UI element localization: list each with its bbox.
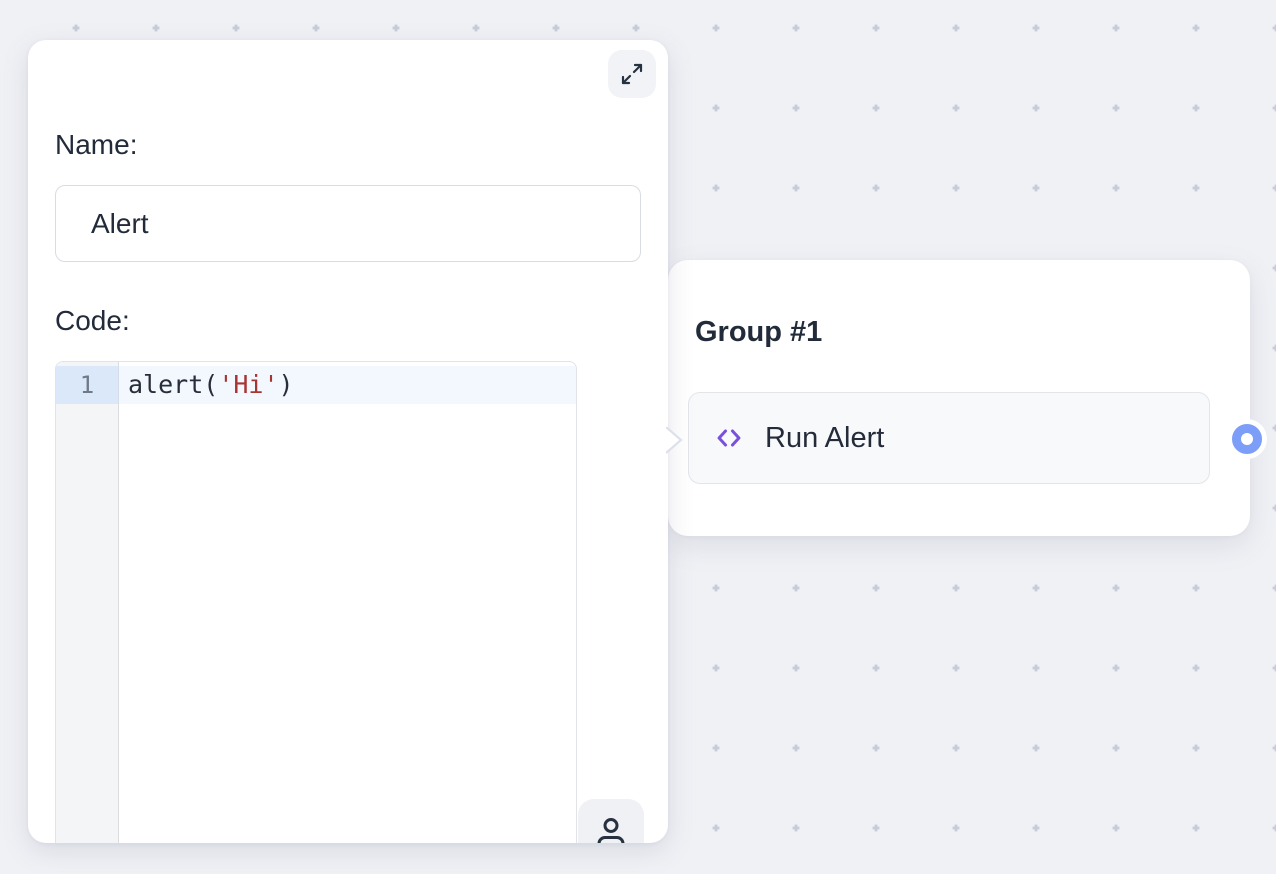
group-card[interactable]: Group #1 Run Alert [668, 260, 1250, 536]
expand-icon [620, 62, 644, 86]
line-number: 1 [56, 366, 119, 404]
code-editor[interactable]: 1 alert('Hi') [55, 361, 577, 843]
user-icon [593, 815, 629, 843]
code-token-plain: alert( [128, 370, 218, 399]
expand-button[interactable] [608, 50, 656, 98]
user-button[interactable] [578, 799, 644, 843]
node-label: Run Alert [765, 422, 884, 455]
panel-pointer-arrow [666, 427, 686, 455]
code-line[interactable]: 1 alert('Hi') [56, 366, 576, 404]
code-text[interactable]: alert('Hi') [119, 366, 576, 404]
code-icon [713, 424, 745, 452]
editor-gutter [56, 362, 119, 843]
code-token-string: 'Hi' [218, 370, 278, 399]
node-editor-panel: Name: Code: 1 alert('Hi') [28, 40, 668, 843]
name-label: Name: [55, 129, 137, 161]
code-label: Code: [55, 305, 130, 337]
group-title: Group #1 [695, 316, 822, 349]
name-input[interactable] [55, 185, 641, 262]
output-handle[interactable] [1227, 419, 1267, 459]
output-handle-ring [1232, 424, 1262, 454]
run-alert-node[interactable]: Run Alert [688, 392, 1210, 484]
code-token-plain: ) [279, 370, 294, 399]
